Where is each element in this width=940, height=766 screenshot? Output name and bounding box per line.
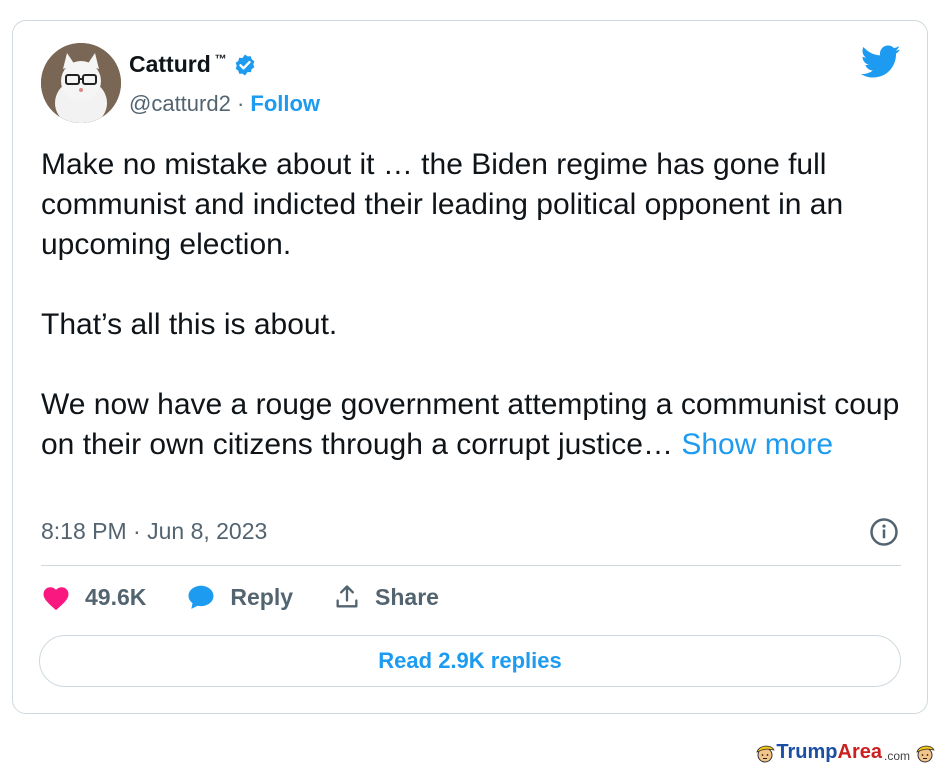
- tweet-paragraph-3: We now have a rouge government attemptin…: [41, 385, 901, 465]
- follow-button[interactable]: Follow: [250, 91, 320, 116]
- like-count: 49.6K: [85, 583, 147, 610]
- tweet-timestamp[interactable]: 8:18 PM · Jun 8, 2023: [41, 518, 267, 545]
- avatar[interactable]: [41, 43, 121, 123]
- info-icon[interactable]: [869, 517, 899, 547]
- share-label: Share: [375, 583, 439, 610]
- reply-button[interactable]: Reply: [186, 583, 293, 611]
- trump-face-right-icon: [916, 745, 935, 762]
- action-bar: 49.6K Reply Share: [41, 583, 479, 611]
- watermark-area: Area: [837, 741, 882, 763]
- cat-avatar-icon: [41, 43, 121, 123]
- show-more-link[interactable]: Show more: [673, 428, 833, 461]
- name-row: Catturd ™: [129, 51, 257, 78]
- watermark-com: .com: [883, 748, 910, 763]
- handle-separator: ·: [230, 91, 251, 116]
- tweet-paragraph-1: Make no mistake about it … the Biden reg…: [41, 148, 844, 261]
- divider: [41, 565, 901, 566]
- share-upload-icon: [336, 585, 358, 608]
- handle-row: @catturd2 · Follow: [129, 91, 320, 117]
- read-replies-label: Read 2.9K replies: [378, 648, 562, 673]
- display-name[interactable]: Catturd: [129, 51, 211, 78]
- twitter-bird-icon[interactable]: [861, 45, 901, 79]
- tweet-text: Make no mistake about it … the Biden reg…: [41, 145, 901, 465]
- trump-face-left-icon: [756, 745, 776, 762]
- reply-bubble-icon: [188, 585, 214, 609]
- watermark-trump: Trump: [776, 741, 838, 763]
- reply-label: Reply: [230, 583, 294, 610]
- verified-badge-icon: [235, 54, 255, 75]
- user-handle[interactable]: @catturd2: [129, 91, 231, 116]
- heart-icon: [43, 587, 69, 611]
- trademark-mark: ™: [214, 51, 227, 66]
- watermark-text: TrumpArea: [776, 741, 882, 764]
- read-replies-button[interactable]: Read 2.9K replies: [39, 635, 901, 687]
- tweet-paragraph-2: That’s all this is about.: [41, 308, 338, 341]
- tweet-card: Catturd ™ @catturd2 · Follow Make no mis…: [12, 20, 928, 714]
- trumparea-watermark: TrumpArea .com: [754, 741, 936, 764]
- like-button[interactable]: 49.6K: [41, 583, 146, 611]
- share-button[interactable]: Share: [333, 583, 439, 611]
